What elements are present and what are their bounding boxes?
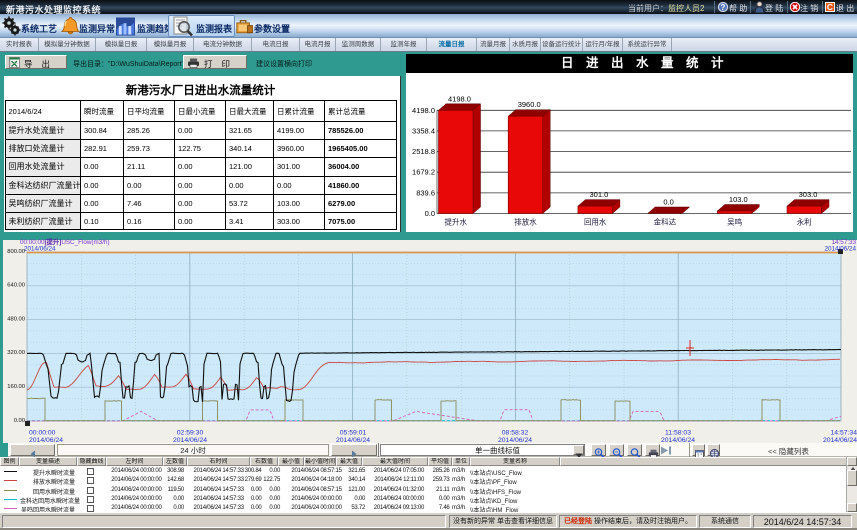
svg-text:?: ? xyxy=(721,3,726,12)
svg-text:3960.0: 3960.0 xyxy=(518,100,541,109)
svg-text:永利: 永利 xyxy=(797,217,812,227)
svg-text:103.0: 103.0 xyxy=(729,195,748,204)
svg-text:C: C xyxy=(827,2,833,12)
svg-text:提升水: 提升水 xyxy=(445,217,468,227)
svg-text:14:57:34: 14:57:34 xyxy=(831,430,857,437)
svg-text:303.0: 303.0 xyxy=(799,190,818,199)
svg-text:160.00: 160.00 xyxy=(7,384,25,390)
svg-text:排放水: 排放水 xyxy=(514,217,537,227)
svg-text:2518.8: 2518.8 xyxy=(412,147,435,156)
svg-text:05:59:01: 05:59:01 xyxy=(340,430,367,437)
svg-text:839.6: 839.6 xyxy=(416,188,435,197)
svg-text:480.00: 480.00 xyxy=(7,316,25,322)
svg-text:3358.4: 3358.4 xyxy=(412,126,435,135)
svg-text:02:59:30: 02:59:30 xyxy=(177,430,204,437)
svg-text:0.0: 0.0 xyxy=(425,209,435,218)
svg-text:2014/06/24: 2014/06/24 xyxy=(824,246,856,253)
svg-text:4198.0: 4198.0 xyxy=(412,106,435,115)
svg-text:320.00: 320.00 xyxy=(7,350,25,356)
svg-text:1679.2: 1679.2 xyxy=(412,168,435,177)
svg-text:00:00:00: 00:00:00 xyxy=(29,430,56,437)
svg-text:11:58:03: 11:58:03 xyxy=(665,430,691,437)
svg-text:0.00: 0.00 xyxy=(14,418,25,424)
svg-text:640.00: 640.00 xyxy=(7,283,25,289)
svg-text:吴鸣: 吴鸣 xyxy=(727,217,742,227)
svg-text:301.0: 301.0 xyxy=(590,190,609,199)
svg-text:0.0: 0.0 xyxy=(663,198,673,207)
svg-text:金科达: 金科达 xyxy=(654,217,677,227)
svg-text:4198.0: 4198.0 xyxy=(448,94,471,103)
svg-text:08:58:32: 08:58:32 xyxy=(502,430,529,437)
svg-text:回用水: 回用水 xyxy=(584,217,607,227)
svg-text:800.00: 800.00 xyxy=(7,249,25,255)
svg-text:2014/06/24: 2014/06/24 xyxy=(24,246,56,253)
